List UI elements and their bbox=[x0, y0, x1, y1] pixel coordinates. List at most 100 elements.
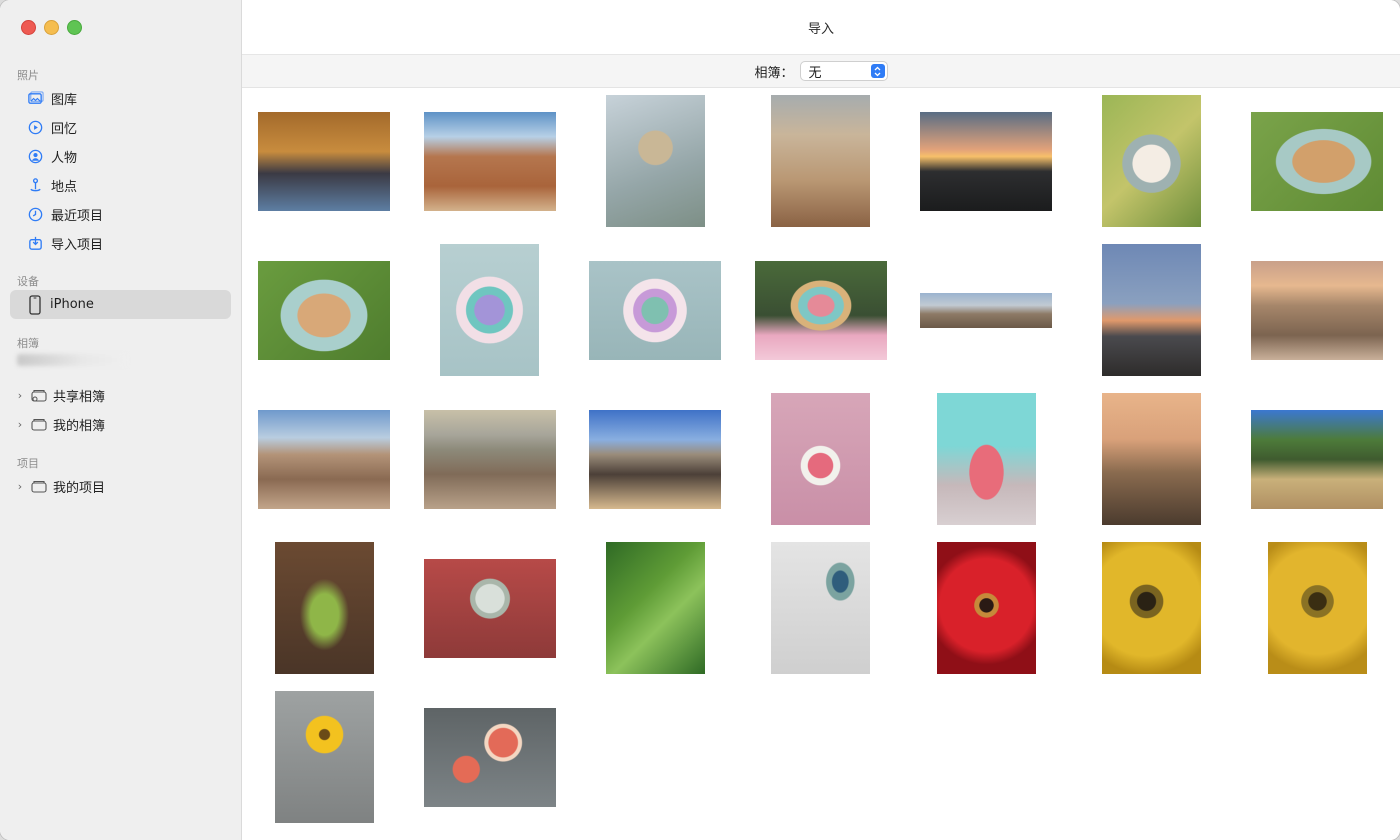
sidebar-item-label: 人物 bbox=[51, 150, 78, 166]
photo-dry-grass-trees bbox=[1251, 409, 1383, 509]
photo-pink-cake bbox=[936, 393, 1036, 525]
photo-thumbnail[interactable] bbox=[424, 244, 556, 376]
photo-thumbnail[interactable] bbox=[423, 95, 556, 227]
photo-allium-flower bbox=[423, 558, 556, 658]
photo-pastry-plate-3 bbox=[258, 260, 390, 360]
photo-thumbnail[interactable] bbox=[1251, 393, 1383, 525]
sidebar-item-people[interactable]: 人物 bbox=[26, 143, 226, 169]
photo-green-leaf bbox=[605, 542, 705, 674]
photo-thumbnail[interactable] bbox=[258, 691, 390, 823]
sidebar-item-label: 最近项目 bbox=[51, 208, 104, 224]
window-title: 导入 bbox=[807, 21, 834, 37]
albums-section-header: 相簿 bbox=[17, 337, 39, 350]
minimize-window-button[interactable] bbox=[44, 20, 59, 35]
photo-thumbnail[interactable] bbox=[1086, 393, 1218, 525]
photo-rocky-valley-2 bbox=[423, 409, 556, 509]
import-window: 照片 图库 回忆 人物 地点 最近项目 导入项目 设备 iPhone 相簿 › … bbox=[0, 0, 1400, 840]
photo-thumbnail[interactable] bbox=[589, 393, 721, 525]
close-window-button[interactable] bbox=[21, 20, 36, 35]
photo-grapefruit bbox=[423, 707, 556, 807]
photo-boulders-dusk bbox=[1251, 260, 1383, 360]
places-icon bbox=[26, 176, 44, 194]
photo-rock-arch bbox=[589, 409, 721, 509]
sidebar-item-library[interactable]: 图库 bbox=[26, 85, 226, 111]
maximize-window-button[interactable] bbox=[67, 20, 82, 35]
import-icon bbox=[26, 234, 44, 252]
photo-thumbnail[interactable] bbox=[258, 393, 390, 525]
photo-thumbnail[interactable] bbox=[920, 244, 1052, 376]
photo-thumbnail[interactable] bbox=[1086, 95, 1218, 227]
album-label: 相簿： bbox=[754, 65, 794, 81]
photo-thumbnail[interactable] bbox=[755, 542, 887, 674]
photo-thumbnail[interactable] bbox=[589, 95, 721, 227]
titlebar: 导入 bbox=[242, 0, 1400, 55]
photo-yellow-flower-stem bbox=[274, 691, 374, 823]
photo-macarons-plate-2 bbox=[589, 260, 721, 360]
photo-macarons-plate-1 bbox=[440, 244, 539, 376]
photo-yellow-gerbera-1 bbox=[1102, 542, 1201, 674]
photo-mountain-sunset bbox=[1102, 244, 1201, 376]
chevron-right-icon[interactable]: › bbox=[15, 480, 25, 493]
photo-thumbnail[interactable] bbox=[423, 691, 556, 823]
photo-thumbnail[interactable] bbox=[1251, 244, 1383, 376]
photo-rock-formation bbox=[771, 95, 870, 227]
photo-rocky-valley-1 bbox=[258, 409, 390, 509]
photo-thumbnail[interactable] bbox=[755, 393, 887, 525]
sidebar-item-places[interactable]: 地点 bbox=[26, 172, 226, 198]
photo-desert-road bbox=[423, 111, 556, 211]
photo-sunset-hills bbox=[920, 111, 1052, 211]
photo-green-plant-dark bbox=[274, 542, 374, 674]
projects-section-header: 项目 bbox=[17, 457, 39, 470]
photo-thumbnail[interactable] bbox=[920, 95, 1052, 227]
photo-thumbnail[interactable] bbox=[1251, 542, 1383, 674]
sidebar-item-imports[interactable]: 导入项目 bbox=[26, 230, 226, 256]
chevron-right-icon[interactable]: › bbox=[15, 389, 25, 402]
photo-thumbnail[interactable] bbox=[589, 244, 721, 376]
sidebar-item-label: 图库 bbox=[51, 92, 78, 108]
devices-section-header: 设备 bbox=[17, 275, 39, 288]
sidebar-item-memories[interactable]: 回忆 bbox=[26, 114, 226, 140]
photo-wild-grass-sunset bbox=[1102, 393, 1201, 525]
album-select[interactable]: 无 bbox=[799, 61, 888, 81]
project-folder-icon bbox=[31, 480, 47, 493]
photo-library-icon bbox=[26, 89, 44, 107]
memories-icon bbox=[26, 118, 44, 136]
photo-thumbnail[interactable] bbox=[920, 393, 1052, 525]
photo-thumbnail[interactable] bbox=[423, 542, 556, 674]
photo-thumbnail[interactable] bbox=[755, 95, 887, 227]
album-select-value: 无 bbox=[808, 65, 822, 81]
photo-thumbnail[interactable] bbox=[1086, 542, 1218, 674]
photo-grid bbox=[242, 90, 1400, 840]
photo-thumbnail[interactable] bbox=[258, 95, 390, 227]
photo-thumbnail[interactable] bbox=[754, 244, 887, 376]
photo-panorama-mountains bbox=[920, 292, 1052, 328]
sidebar-item-iphone[interactable]: iPhone bbox=[10, 290, 231, 319]
sidebar: 照片 图库 回忆 人物 地点 最近项目 导入项目 设备 iPhone 相簿 › … bbox=[0, 0, 242, 840]
import-toolbar: 相簿： 无 bbox=[242, 55, 1400, 88]
photo-yellow-gerbera-2 bbox=[1267, 542, 1367, 674]
clock-icon bbox=[26, 205, 44, 223]
sidebar-item-my-albums[interactable]: › 我的相簿 bbox=[15, 413, 105, 435]
sidebar-item-recents[interactable]: 最近项目 bbox=[26, 201, 226, 227]
photo-thumbnail[interactable] bbox=[589, 542, 721, 674]
sidebar-item-my-projects[interactable]: › 我的项目 bbox=[15, 475, 105, 497]
sidebar-item-shared-albums[interactable]: › 共享相簿 bbox=[15, 384, 105, 406]
sidebar-item-label: 回忆 bbox=[51, 121, 78, 137]
window-controls bbox=[21, 20, 82, 35]
photo-thumbnail[interactable] bbox=[258, 542, 390, 674]
chevron-right-icon[interactable]: › bbox=[15, 418, 25, 431]
photo-red-gerbera bbox=[936, 542, 1036, 674]
photo-thumbnail[interactable] bbox=[920, 542, 1052, 674]
people-icon bbox=[26, 147, 44, 165]
photo-thumbnail[interactable] bbox=[1086, 244, 1218, 376]
photo-pastry-plate-1 bbox=[1102, 95, 1201, 227]
photo-thumbnail[interactable] bbox=[423, 393, 556, 525]
photo-thumbnail[interactable] bbox=[1251, 95, 1383, 227]
photo-plant-sky bbox=[605, 95, 705, 227]
album-folder-icon bbox=[31, 418, 47, 431]
photo-dog-on-rug bbox=[258, 111, 390, 211]
photo-peacock-feather bbox=[771, 542, 870, 674]
photo-thumbnail[interactable] bbox=[258, 244, 390, 376]
tree-item-label: 共享相簿 bbox=[53, 389, 106, 405]
sidebar-item-label: 导入项目 bbox=[51, 237, 104, 253]
